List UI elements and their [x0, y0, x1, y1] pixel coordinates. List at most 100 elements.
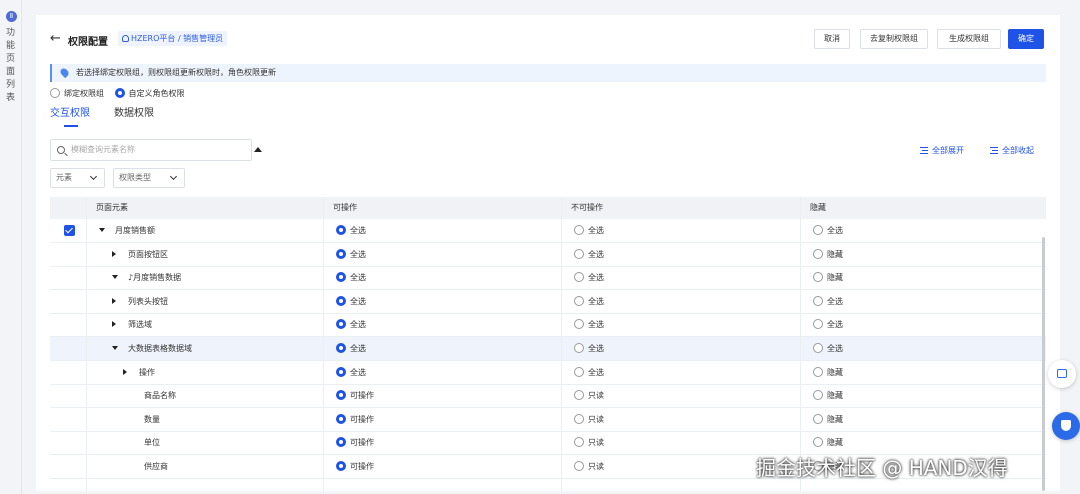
radio-circle[interactable]	[336, 461, 346, 471]
radio-circle-selected[interactable]	[114, 88, 125, 98]
radio-bind-group[interactable]: 绑定权限组	[50, 87, 104, 101]
inoperable-radio[interactable]: 只读	[574, 455, 604, 479]
radio-circle[interactable]	[813, 366, 823, 377]
inoperable-radio[interactable]: 全选	[574, 219, 604, 243]
radio-circle[interactable]	[813, 272, 823, 283]
operable-radio[interactable]: 全选	[336, 219, 366, 243]
security-button[interactable]	[1052, 412, 1080, 440]
caret-down-icon[interactable]	[112, 275, 118, 280]
hidden-radio[interactable]: 全选	[813, 290, 843, 314]
inoperable-radio[interactable]: 全选	[574, 243, 604, 267]
radio-circle[interactable]	[336, 343, 346, 353]
hidden-radio[interactable]: 隐藏	[813, 266, 843, 290]
operable-radio[interactable]: 全选	[336, 243, 366, 267]
confirm-button[interactable]: 确定	[1008, 29, 1044, 49]
radio-circle[interactable]	[813, 225, 823, 235]
radio-circle[interactable]	[574, 390, 584, 401]
element-filter-select[interactable]: 元素	[50, 168, 105, 188]
copy-permission-group-button[interactable]: 去复制权限组	[860, 29, 928, 49]
radio-circle[interactable]	[336, 366, 346, 377]
table-row[interactable]: 数量 可操作 只读 隐藏	[50, 408, 1046, 432]
table-row[interactable]: 页面按钮区 全选 全选 隐藏	[50, 243, 1046, 267]
table-row[interactable]: 筛选域 全选 全选 全选	[50, 313, 1046, 338]
operable-radio[interactable]: 可操作	[336, 431, 374, 455]
caret-down-icon[interactable]	[112, 346, 118, 350]
radio-circle[interactable]	[813, 248, 823, 259]
menu-icon[interactable]: Ⅱ	[6, 11, 17, 22]
search-input[interactable]: 模糊查询元素名称	[50, 139, 252, 161]
operable-radio[interactable]: 全选	[336, 290, 366, 314]
hidden-radio[interactable]: 全选	[813, 219, 843, 243]
table-row[interactable]: 列表头按钮 全选 全选 全选	[50, 290, 1046, 314]
hidden-radio[interactable]: 隐藏	[813, 384, 843, 408]
radio-circle[interactable]	[574, 319, 584, 330]
radio-circle[interactable]	[336, 272, 346, 283]
inoperable-radio[interactable]: 全选	[574, 266, 604, 290]
radio-circle[interactable]	[336, 437, 346, 448]
radio-circle[interactable]	[574, 295, 584, 306]
inoperable-radio[interactable]: 只读	[574, 384, 604, 408]
tab-data-permission[interactable]: 数据权限	[114, 107, 154, 121]
operable-radio[interactable]: 可操作	[336, 384, 374, 408]
hidden-radio[interactable]: 隐藏	[813, 361, 843, 385]
hidden-radio[interactable]: 全选	[813, 337, 843, 361]
caret-right-icon[interactable]	[112, 321, 116, 328]
radio-circle[interactable]	[336, 248, 346, 259]
radio-circle[interactable]	[574, 366, 584, 377]
table-scrollbar[interactable]	[1042, 237, 1045, 491]
inoperable-radio[interactable]: 只读	[574, 408, 604, 432]
radio-circle[interactable]	[336, 413, 346, 424]
radio-circle[interactable]	[574, 225, 584, 235]
radio-circle[interactable]	[336, 319, 346, 330]
radio-circle[interactable]	[813, 437, 823, 448]
operable-radio[interactable]: 可操作	[336, 455, 374, 479]
radio-circle[interactable]	[336, 390, 346, 401]
row-checkbox[interactable]	[64, 225, 75, 236]
operable-radio[interactable]: 全选	[336, 266, 366, 290]
radio-circle[interactable]	[336, 225, 346, 235]
hidden-radio[interactable]: 隐藏	[813, 408, 843, 432]
inoperable-radio[interactable]: 全选	[574, 313, 604, 337]
radio-circle[interactable]	[813, 343, 823, 353]
back-arrow-icon[interactable]: ←	[50, 31, 61, 46]
inoperable-radio[interactable]: 只读	[574, 431, 604, 455]
caret-right-icon[interactable]	[112, 250, 116, 257]
tab-interactive-permission[interactable]: 交互权限	[50, 107, 90, 121]
table-row[interactable]: 大数据表格数据域 全选 全选 全选	[50, 337, 1046, 361]
caret-down-icon[interactable]	[99, 228, 105, 232]
radio-circle[interactable]	[813, 390, 823, 401]
caret-right-icon[interactable]	[112, 297, 116, 304]
radio-circle[interactable]	[813, 413, 823, 424]
permission-type-filter-select[interactable]: 权限类型	[113, 168, 185, 188]
radio-circle[interactable]	[813, 295, 823, 306]
radio-circle[interactable]	[574, 248, 584, 259]
caret-right-icon[interactable]	[123, 368, 127, 375]
inoperable-radio[interactable]: 全选	[574, 361, 604, 385]
table-row[interactable]: 操作 全选 全选 隐藏	[50, 361, 1046, 385]
hidden-radio[interactable]: 隐藏	[813, 243, 843, 267]
cancel-button[interactable]: 取消	[814, 29, 850, 49]
operable-radio[interactable]: 全选	[336, 313, 366, 337]
chat-assistant-button[interactable]	[1048, 360, 1076, 388]
radio-circle[interactable]	[336, 295, 346, 306]
radio-circle[interactable]	[574, 461, 584, 471]
operable-radio[interactable]: 可操作	[336, 408, 374, 432]
radio-circle[interactable]	[574, 343, 584, 353]
radio-circle[interactable]	[574, 413, 584, 424]
radio-circle[interactable]	[50, 88, 60, 98]
hidden-radio[interactable]: 全选	[813, 313, 843, 337]
radio-custom-role[interactable]: 自定义角色权限	[114, 87, 185, 101]
operable-radio[interactable]: 全选	[336, 361, 366, 385]
radio-circle[interactable]	[813, 319, 823, 330]
radio-circle[interactable]	[574, 272, 584, 283]
expand-all-button[interactable]: 全部展开	[920, 145, 964, 157]
caret-up-icon[interactable]	[254, 147, 262, 152]
table-row[interactable]: ♪月度销售数据 全选 全选 隐藏	[50, 266, 1046, 291]
generate-permission-group-button[interactable]: 生成权限组	[937, 29, 1001, 49]
table-row[interactable]: 月度销售额 全选 全选 全选	[50, 219, 1046, 243]
inoperable-radio[interactable]: 全选	[574, 290, 604, 314]
table-row[interactable]: 商品名称 可操作 只读 隐藏	[50, 384, 1046, 409]
radio-circle[interactable]	[574, 437, 584, 448]
operable-radio[interactable]: 全选	[336, 337, 366, 361]
collapse-all-button[interactable]: 全部收起	[990, 145, 1034, 157]
